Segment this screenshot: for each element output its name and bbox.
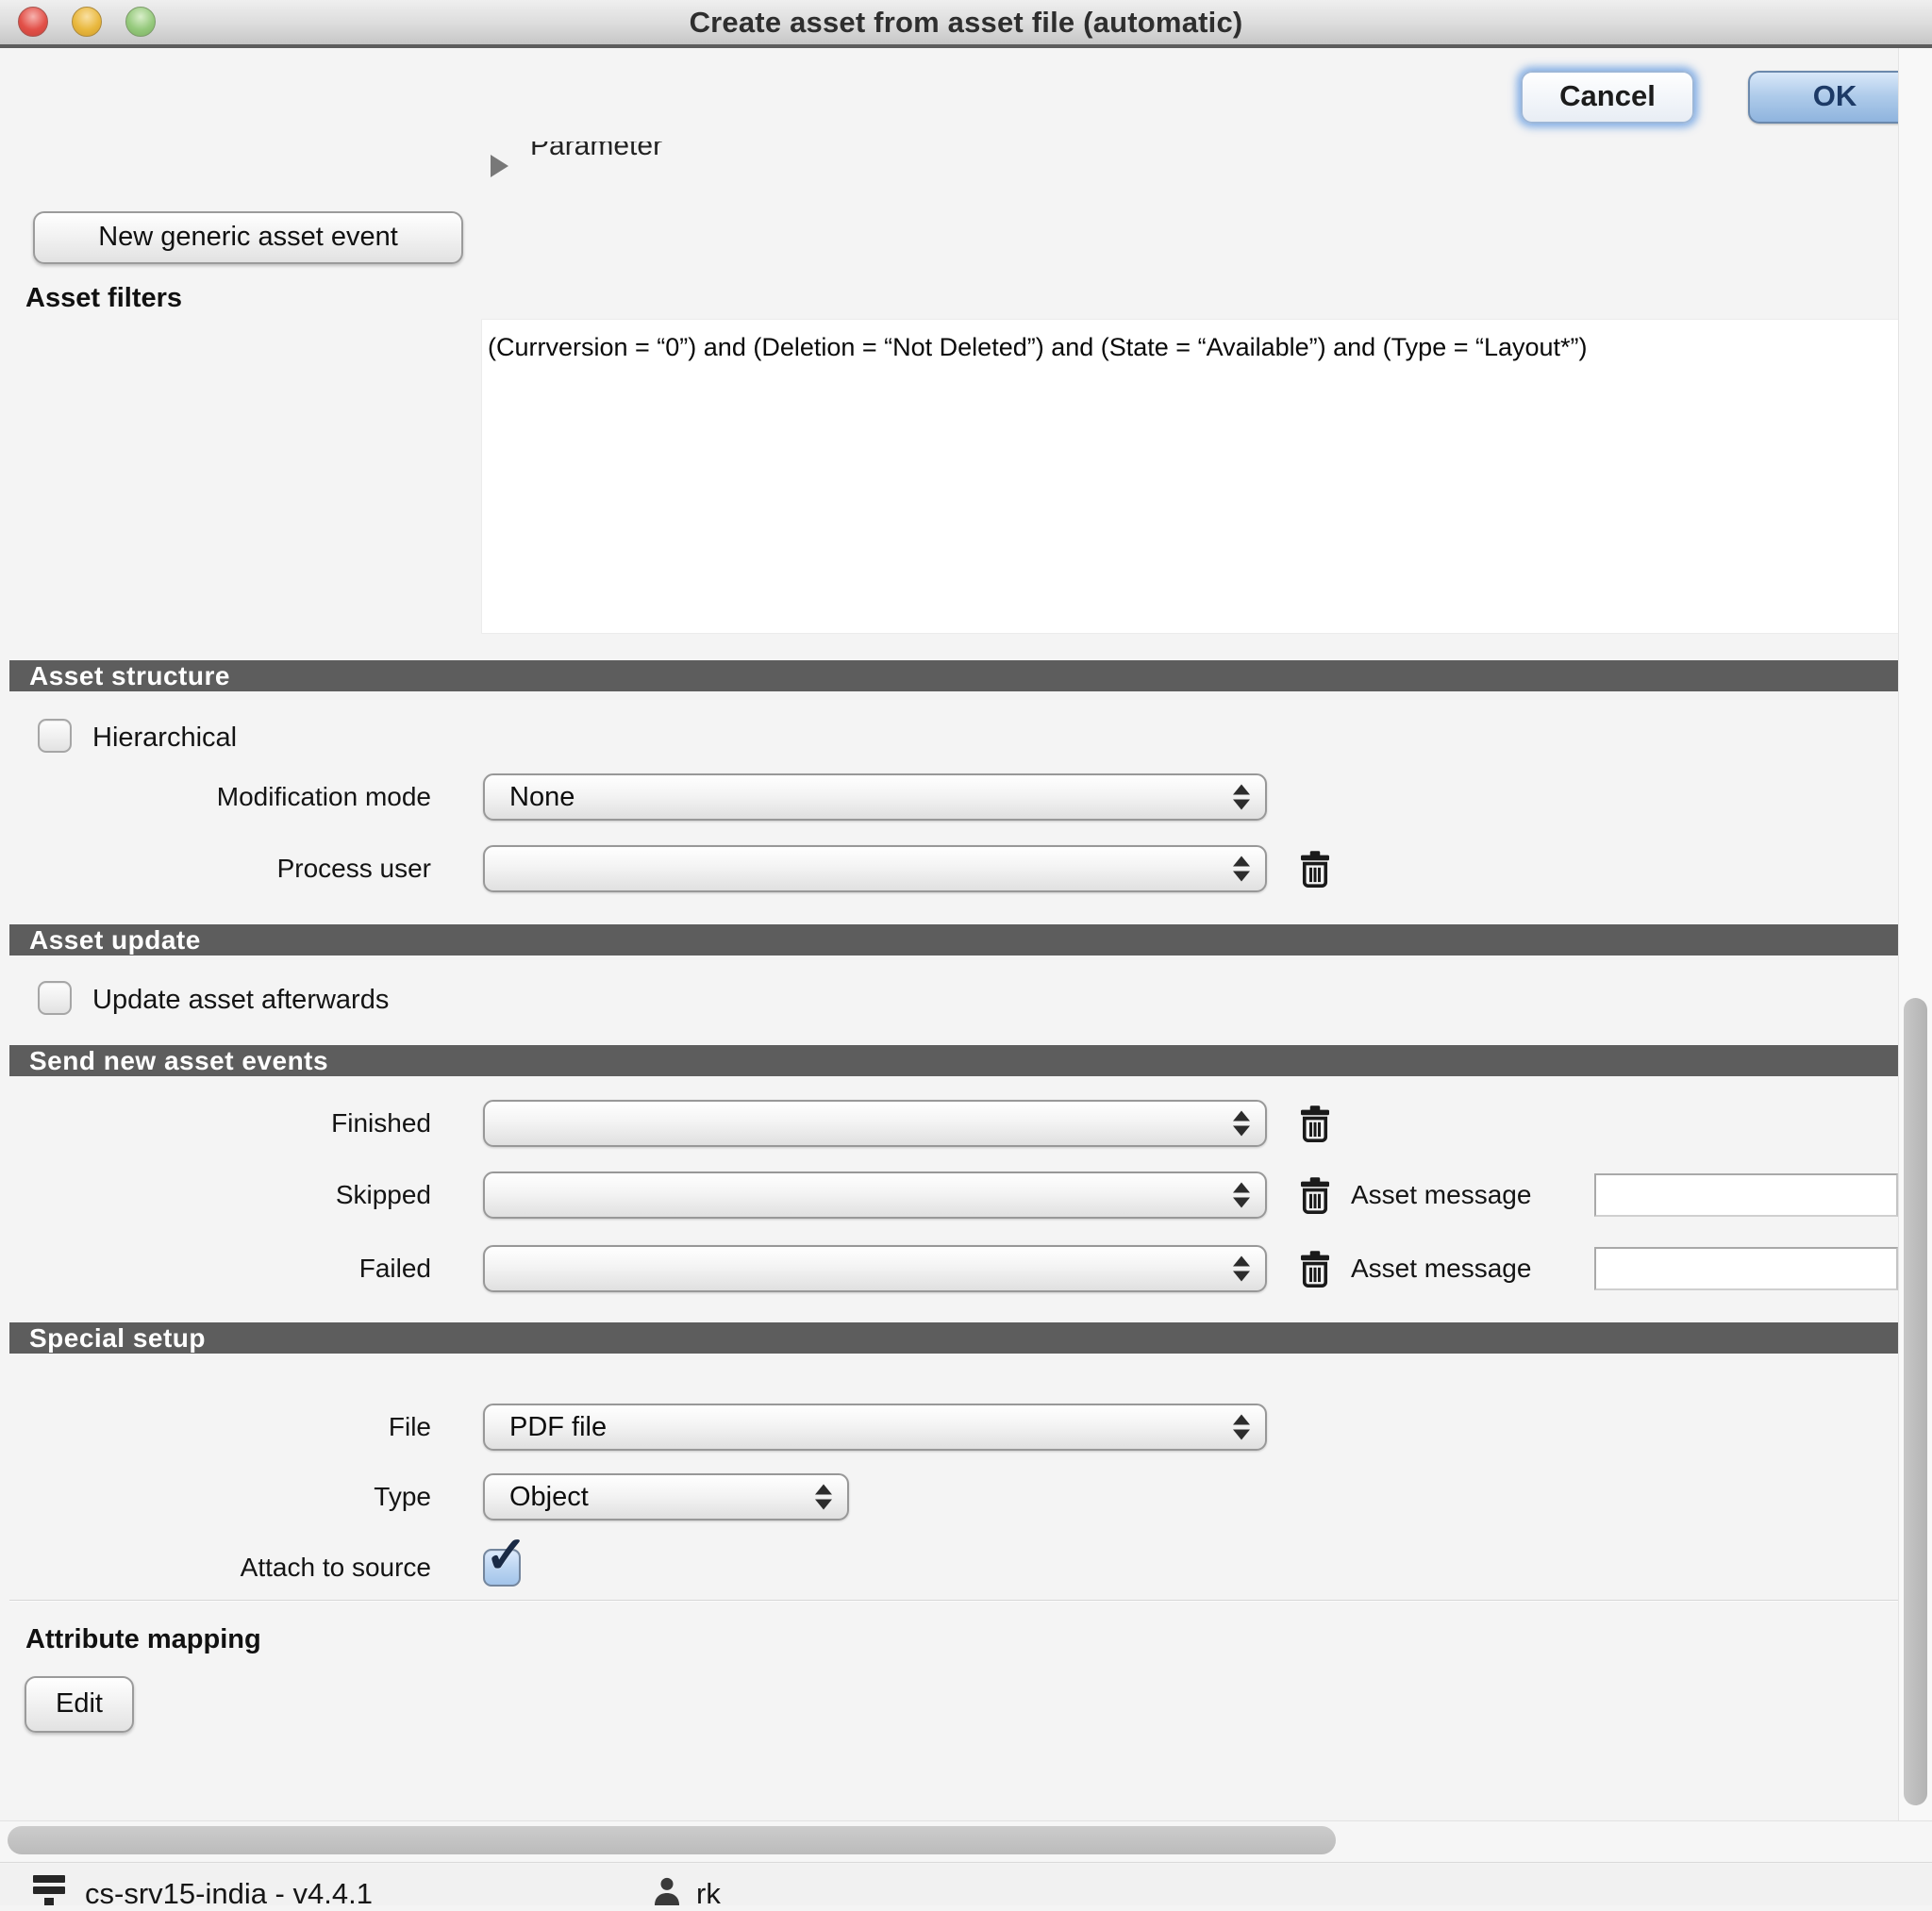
asset-filters-label: Asset filters [25, 283, 182, 314]
section-header-send-new-asset-events: Send new asset events [9, 1045, 1898, 1076]
zoom-icon[interactable] [125, 7, 156, 37]
stepper-icon [1233, 1256, 1250, 1282]
failed-dropdown[interactable] [483, 1245, 1267, 1292]
skipped-asset-message-label: Asset message [1351, 1172, 1531, 1219]
stepper-icon [1233, 785, 1250, 810]
parameter-label: Parameter [530, 141, 662, 162]
process-user-label: Process user [0, 845, 431, 892]
asset-filters-textarea[interactable]: (Currversion = “0”) and (Deletion = “Not… [481, 319, 1900, 634]
failed-asset-message-input[interactable] [1594, 1247, 1898, 1290]
process-user-dropdown[interactable] [483, 845, 1267, 892]
check-icon: ✓ [485, 1530, 527, 1581]
parameter-row[interactable]: Parameter [472, 141, 906, 177]
user-icon [651, 1875, 683, 1907]
file-dropdown[interactable]: PDF file [483, 1404, 1267, 1451]
content-edge-line [1898, 48, 1899, 1820]
stepper-icon [1233, 856, 1250, 882]
finished-label: Finished [0, 1100, 431, 1147]
attribute-mapping-label: Attribute mapping [25, 1624, 261, 1655]
cancel-button[interactable]: Cancel [1521, 71, 1694, 124]
new-generic-asset-event-button[interactable]: New generic asset event [33, 211, 463, 264]
failed-label: Failed [0, 1245, 431, 1292]
stepper-icon [1233, 1415, 1250, 1440]
horizontal-scrollbar-thumb[interactable] [8, 1826, 1336, 1854]
server-icon [33, 1875, 65, 1907]
statusbar-divider [0, 1862, 1932, 1863]
title-bar[interactable]: Create asset from asset file (automatic) [0, 0, 1932, 48]
update-asset-afterwards-checkbox[interactable] [38, 981, 72, 1015]
skipped-asset-message-input[interactable] [1594, 1173, 1898, 1217]
ok-button[interactable]: OK [1748, 71, 1922, 124]
hierarchical-label: Hierarchical [92, 723, 237, 754]
section-header-asset-structure: Asset structure [9, 660, 1898, 691]
disclosure-triangle-icon[interactable] [491, 155, 508, 177]
divider [9, 1600, 1898, 1602]
close-icon[interactable] [18, 7, 48, 37]
hierarchical-checkbox[interactable] [38, 719, 72, 753]
type-label: Type [0, 1473, 431, 1520]
modification-mode-label: Modification mode [0, 773, 431, 821]
update-asset-afterwards-label: Update asset afterwards [92, 985, 389, 1016]
failed-asset-message-label: Asset message [1351, 1245, 1531, 1292]
trash-icon[interactable] [1298, 1250, 1332, 1288]
section-header-special-setup: Special setup [9, 1322, 1898, 1354]
stepper-icon [815, 1485, 832, 1510]
modification-mode-dropdown[interactable]: None [483, 773, 1267, 821]
trash-icon[interactable] [1298, 1105, 1332, 1142]
stepper-icon [1233, 1183, 1250, 1208]
stepper-icon [1233, 1111, 1250, 1137]
edit-button[interactable]: Edit [25, 1676, 134, 1733]
section-header-asset-update: Asset update [9, 924, 1898, 956]
server-status-text: cs-srv15-india - v4.4.1 [85, 1877, 373, 1911]
minimize-icon[interactable] [72, 7, 102, 37]
trash-icon[interactable] [1298, 1176, 1332, 1214]
skipped-dropdown[interactable] [483, 1172, 1267, 1219]
file-label: File [0, 1404, 431, 1451]
user-status-text: rk [696, 1877, 721, 1911]
attach-to-source-checkbox[interactable]: ✓ [483, 1549, 521, 1587]
skipped-label: Skipped [0, 1172, 431, 1219]
window-title: Create asset from asset file (automatic) [0, 0, 1932, 44]
vertical-scrollbar-thumb[interactable] [1904, 998, 1927, 1805]
trash-icon[interactable] [1298, 850, 1332, 888]
attach-to-source-label: Attach to source [0, 1545, 431, 1590]
type-dropdown[interactable]: Object [483, 1473, 849, 1520]
finished-dropdown[interactable] [483, 1100, 1267, 1147]
dialog-window: { "window": { "title": "Create asset fro… [0, 0, 1932, 1905]
